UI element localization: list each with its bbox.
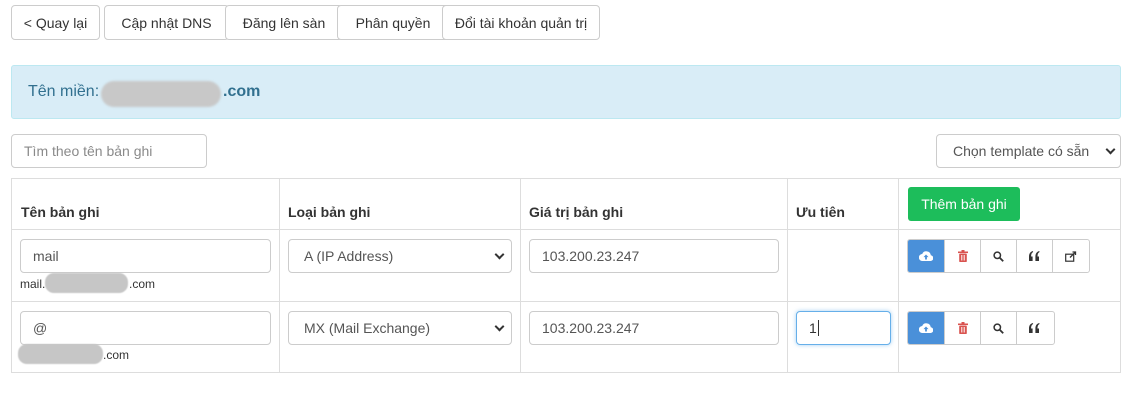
redacted-domain <box>18 344 103 364</box>
search-record-button[interactable] <box>980 312 1016 344</box>
domain-alert: Tên miền: .com <box>11 65 1121 119</box>
header-record-type: Loại bản ghi <box>288 204 371 220</box>
quote-icon <box>1028 323 1040 333</box>
record-type-select[interactable]: A (IP Address) <box>288 239 512 273</box>
record-fqdn-suffix: .com <box>129 277 156 291</box>
header-record-value: Giá trị bản ghi <box>529 204 624 220</box>
share-record-button[interactable] <box>1052 240 1088 272</box>
quote-icon <box>1028 251 1040 261</box>
record-fqdn-suffix: .com <box>103 348 130 362</box>
delete-record-button[interactable] <box>944 240 980 272</box>
priority-input[interactable]: 1 <box>796 311 891 345</box>
quote-record-button[interactable] <box>1016 240 1052 272</box>
cloud-upload-icon <box>919 251 933 261</box>
search-icon <box>993 322 1004 334</box>
add-record-button[interactable]: Thêm bản ghi <box>908 187 1020 221</box>
record-fqdn-prefix: mail. <box>20 277 46 291</box>
back-button[interactable]: < Quay lại <box>11 5 100 40</box>
update-dns-button[interactable]: Cập nhật DNS <box>104 5 229 40</box>
text-cursor <box>817 320 819 336</box>
chevron-down-icon <box>494 321 505 332</box>
record-name-input[interactable]: @ <box>20 311 271 345</box>
header-priority: Ưu tiên <box>796 204 845 220</box>
change-admin-button[interactable]: Đổi tài khoản quản trị <box>442 5 600 40</box>
record-value-input[interactable]: 103.200.23.247 <box>529 311 779 345</box>
cloud-upload-icon <box>919 323 933 333</box>
record-actions <box>907 311 1055 345</box>
post-market-button[interactable]: Đăng lên sàn <box>225 5 343 40</box>
save-record-button[interactable] <box>908 312 944 344</box>
record-search-input[interactable] <box>11 134 207 168</box>
dns-records-table: Tên bản ghi Loại bản ghi Giá trị bản ghi… <box>11 178 1121 373</box>
domain-tld: .com <box>223 83 261 100</box>
template-select[interactable]: Chọn template có sẵn <box>936 134 1121 168</box>
chevron-down-icon <box>1105 144 1116 155</box>
redacted-domain <box>45 273 128 293</box>
header-record-name: Tên bản ghi <box>21 204 100 220</box>
record-actions <box>907 239 1090 273</box>
redacted-domain <box>101 81 221 107</box>
quote-record-button[interactable] <box>1016 312 1052 344</box>
record-name-input[interactable]: mail <box>20 239 271 273</box>
domain-label: Tên miền: <box>28 83 100 100</box>
record-value-input[interactable]: 103.200.23.247 <box>529 239 779 273</box>
trash-icon <box>957 322 968 334</box>
chevron-down-icon <box>494 249 505 260</box>
trash-icon <box>957 250 968 262</box>
delete-record-button[interactable] <box>944 312 980 344</box>
save-record-button[interactable] <box>908 240 944 272</box>
share-icon <box>1064 250 1076 262</box>
record-type-select[interactable]: MX (Mail Exchange) <box>288 311 512 345</box>
search-record-button[interactable] <box>980 240 1016 272</box>
search-icon <box>993 250 1004 262</box>
permissions-button[interactable]: Phân quyền <box>337 5 449 40</box>
template-select-value: Chọn template có sẵn <box>953 143 1090 159</box>
